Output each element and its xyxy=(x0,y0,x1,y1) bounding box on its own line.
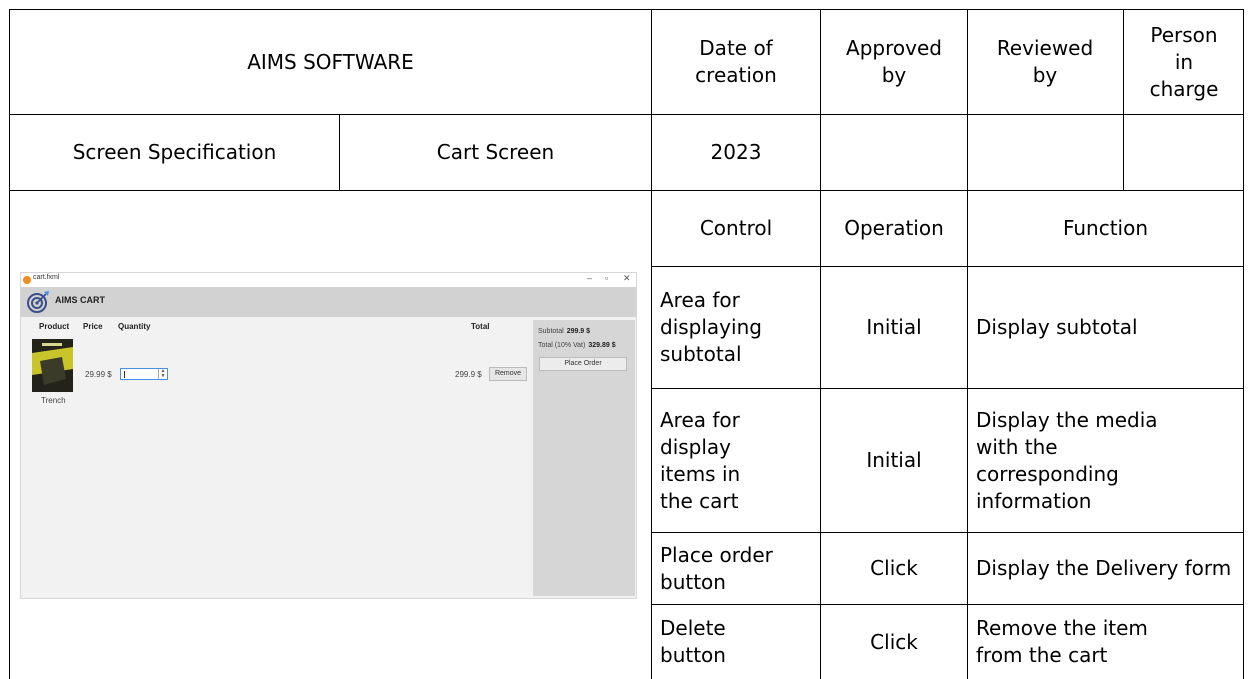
close-icon[interactable]: ✕ xyxy=(623,273,631,284)
subtotal-line: Subtotal 299.9 $ xyxy=(538,328,590,335)
window-title: cart.fxml xyxy=(33,274,60,281)
spec-row-3-function: Display the Delivery form xyxy=(976,556,1232,580)
spec-row-4-operation: Click xyxy=(870,629,918,654)
order-summary-panel: Subtotal 299.9 $ Total (10% Vat) 329.89 $ … xyxy=(533,320,635,596)
album-cover-image xyxy=(32,339,73,392)
total-column-header: Total xyxy=(471,322,490,331)
item-price: 29.99 $ xyxy=(85,370,112,379)
date-of-creation-header: Date of creation xyxy=(695,36,777,87)
spec-row-4-control: Delete button xyxy=(660,616,726,667)
reviewed-by-header: Reviewed by xyxy=(996,36,1094,87)
subtotal-value: 299.9 $ xyxy=(566,328,591,335)
spec-row-4-function: Remove the item from the cart xyxy=(976,616,1148,667)
stepper-arrows-icon[interactable]: ▲ ▼ xyxy=(158,369,167,379)
approved-by-header: Approved by xyxy=(846,36,942,87)
app-header: AIMS CART xyxy=(21,287,636,317)
remove-button[interactable]: Remove xyxy=(489,367,527,381)
quantity-column-header: Quantity xyxy=(118,322,151,331)
item-name: Trench xyxy=(41,396,66,405)
product-column-header: Product xyxy=(39,322,70,331)
price-column-header: Price xyxy=(83,322,103,331)
window-title-bar: cart.fxml – ▫ ✕ xyxy=(21,273,636,287)
person-in-charge-header: Person in charge xyxy=(1149,22,1219,101)
control-column-header: Control xyxy=(699,216,773,240)
maximize-icon[interactable]: ▫ xyxy=(605,273,608,283)
spec-row-2-control: Area for display items in the cart xyxy=(660,407,741,513)
total-vat-label: Total (10% Vat) xyxy=(538,342,586,349)
spec-row-3-operation: Click xyxy=(870,556,918,580)
text-cursor xyxy=(124,371,125,378)
screen-name: Cart Screen xyxy=(436,140,555,164)
operation-column-header: Operation xyxy=(844,216,944,240)
place-order-button[interactable]: Place Order xyxy=(539,357,627,371)
doc-type: Screen Specification xyxy=(72,140,277,164)
table-border-right xyxy=(1243,9,1244,679)
spec-row-1-operation: Initial xyxy=(866,315,922,339)
item-total: 299.9 $ xyxy=(455,370,482,379)
company-name: AIMS SOFTWARE xyxy=(247,49,414,74)
minimize-icon[interactable]: – xyxy=(587,273,592,283)
quantity-stepper[interactable]: ▲ ▼ xyxy=(120,368,168,380)
target-logo-icon xyxy=(27,291,49,313)
spec-row-1-function: Display subtotal xyxy=(976,315,1138,339)
total-vat-line: Total (10% Vat) 329.89 $ xyxy=(538,342,616,349)
cart-screen-mockup: cart.fxml – ▫ ✕ AIMS CART Product Price … xyxy=(20,272,637,599)
spec-row-2-function: Display the media with the corresponding… xyxy=(976,407,1158,513)
app-icon xyxy=(23,276,31,284)
subtotal-label: Subtotal xyxy=(538,328,564,335)
spec-row-1-control: Area for displaying subtotal xyxy=(660,288,762,366)
spec-row-2-operation: Initial xyxy=(866,448,922,472)
total-vat-value: 329.89 $ xyxy=(588,342,616,349)
function-column-header: Function xyxy=(1062,216,1149,240)
spec-row-3-control: Place order button xyxy=(660,542,773,594)
creation-year: 2023 xyxy=(710,140,762,164)
table-col-line-5a xyxy=(1123,9,1124,190)
app-title: AIMS CART xyxy=(55,295,105,305)
